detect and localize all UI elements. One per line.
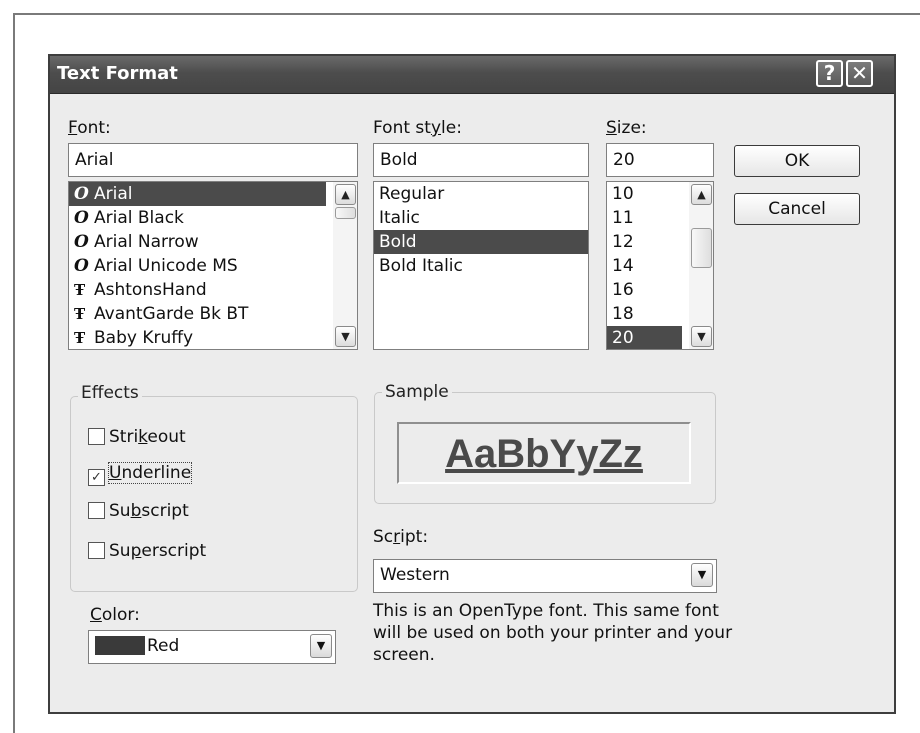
truetype-font-icon: Ŧ <box>74 281 86 299</box>
font-style-label: Font style: <box>373 118 462 138</box>
underline-checkbox[interactable]: ✓ Underline <box>88 462 193 486</box>
checkbox-box[interactable] <box>88 428 105 445</box>
list-item-label: Arial Unicode MS <box>94 256 238 276</box>
strikeout-checkbox[interactable]: Strikeout <box>88 426 186 448</box>
list-item-label: Arial Black <box>94 208 184 228</box>
close-button[interactable]: ✕ <box>846 60 873 87</box>
list-item[interactable]: Bold <box>374 230 588 254</box>
scroll-thumb[interactable] <box>335 207 356 219</box>
checkbox-box[interactable]: ✓ <box>88 469 105 486</box>
list-item-label: AshtonsHand <box>94 280 207 300</box>
list-item-label: Arial Narrow <box>94 232 199 252</box>
superscript-checkbox[interactable]: Superscript <box>88 540 206 562</box>
list-item[interactable]: 14 <box>607 254 682 278</box>
dialog-titlebar[interactable]: Text Format ? ✕ <box>50 56 894 94</box>
list-item-label: 18 <box>612 304 634 324</box>
list-item[interactable]: 11 <box>607 206 682 230</box>
list-item[interactable]: 18 <box>607 302 682 326</box>
list-item[interactable]: O Arial <box>69 182 326 206</box>
list-item[interactable]: Italic <box>374 206 588 230</box>
page-frame-top <box>13 13 920 15</box>
script-value: Western <box>380 565 450 585</box>
list-item-label: Bold <box>379 232 417 252</box>
script-select[interactable]: Western ▼ <box>373 559 717 593</box>
color-label: Color: <box>90 605 140 625</box>
list-item-label: Italic <box>379 208 420 228</box>
list-item-label: Baby Kruffy <box>94 328 194 348</box>
truetype-font-icon: Ŧ <box>74 329 86 347</box>
size-label: Size: <box>606 118 647 138</box>
list-item-label: Arial <box>94 184 133 204</box>
ok-button[interactable]: OK <box>734 145 860 177</box>
list-item-label: 10 <box>612 184 634 204</box>
list-item-label: 11 <box>612 208 634 228</box>
sample-preview: AaBbYyZz <box>397 422 691 484</box>
list-item[interactable]: 10 <box>607 182 682 206</box>
list-item-label: 20 <box>612 328 634 348</box>
list-item[interactable]: 16 <box>607 278 682 302</box>
sample-title: Sample <box>382 382 452 402</box>
page-frame-left <box>13 13 15 733</box>
color-swatch <box>95 636 145 655</box>
color-select[interactable]: Red ▼ <box>88 630 336 664</box>
font-style-input[interactable]: Bold <box>373 143 589 177</box>
dialog-title: Text Format <box>57 63 178 84</box>
list-item-label: 16 <box>612 280 634 300</box>
scroll-down-icon[interactable]: ▼ <box>691 326 712 347</box>
list-item-label: AvantGarde Bk BT <box>94 304 249 324</box>
color-value: Red <box>147 636 180 656</box>
checkbox-box[interactable] <box>88 542 105 559</box>
chevron-down-icon[interactable]: ▼ <box>310 634 332 658</box>
list-item[interactable]: Bold Italic <box>374 254 588 278</box>
text-format-dialog: Text Format ? ✕ Font: Arial O Arial O Arial… <box>48 54 896 714</box>
font-label: Font: <box>68 118 111 138</box>
opentype-font-icon: O <box>74 256 89 276</box>
list-item-label: Regular <box>379 184 445 204</box>
size-list[interactable]: 10 11 12 14 16 18 20 ▲ ▼ <box>606 181 714 350</box>
scroll-down-icon[interactable]: ▼ <box>335 326 356 347</box>
chevron-down-icon[interactable]: ▼ <box>691 563 713 587</box>
list-item[interactable]: Regular <box>374 182 588 206</box>
opentype-font-icon: O <box>74 184 89 204</box>
help-button[interactable]: ? <box>816 60 843 87</box>
subscript-checkbox[interactable]: Subscript <box>88 500 189 522</box>
truetype-font-icon: Ŧ <box>74 305 86 323</box>
list-item[interactable]: Ŧ AvantGarde Bk BT <box>69 302 326 326</box>
checkbox-box[interactable] <box>88 502 105 519</box>
opentype-font-icon: O <box>74 208 89 228</box>
font-input[interactable]: Arial <box>68 143 358 177</box>
list-item[interactable]: O Arial Narrow <box>69 230 326 254</box>
scroll-thumb[interactable] <box>691 228 712 268</box>
list-item[interactable]: Ŧ AshtonsHand <box>69 278 326 302</box>
list-item[interactable]: O Arial Black <box>69 206 326 230</box>
sample-text: AaBbYyZz <box>445 432 643 476</box>
font-list-scrollbar[interactable]: ▲ ▼ <box>333 182 357 349</box>
script-label: Script: <box>373 527 429 547</box>
list-item-label: 12 <box>612 232 634 252</box>
size-list-scrollbar[interactable]: ▲ ▼ <box>689 182 713 349</box>
list-item-label: 14 <box>612 256 634 276</box>
font-style-list[interactable]: Regular Italic Bold Bold Italic <box>373 181 589 350</box>
size-input[interactable]: 20 <box>606 143 714 177</box>
list-item[interactable]: Ŧ Baby Kruffy <box>69 326 326 349</box>
opentype-font-icon: O <box>74 232 89 252</box>
font-list[interactable]: O Arial O Arial Black O Arial Narrow O Arial Un… <box>68 181 358 350</box>
list-item[interactable]: 12 <box>607 230 682 254</box>
list-item[interactable]: 20 <box>607 326 682 349</box>
font-info-text: This is an OpenType font. This same font… <box>373 601 733 665</box>
list-item[interactable]: O Arial Unicode MS <box>69 254 326 278</box>
scroll-up-icon[interactable]: ▲ <box>691 184 712 205</box>
scroll-up-icon[interactable]: ▲ <box>335 184 356 205</box>
cancel-button[interactable]: Cancel <box>734 193 860 225</box>
effects-title: Effects <box>78 383 142 403</box>
list-item-label: Bold Italic <box>379 256 463 276</box>
